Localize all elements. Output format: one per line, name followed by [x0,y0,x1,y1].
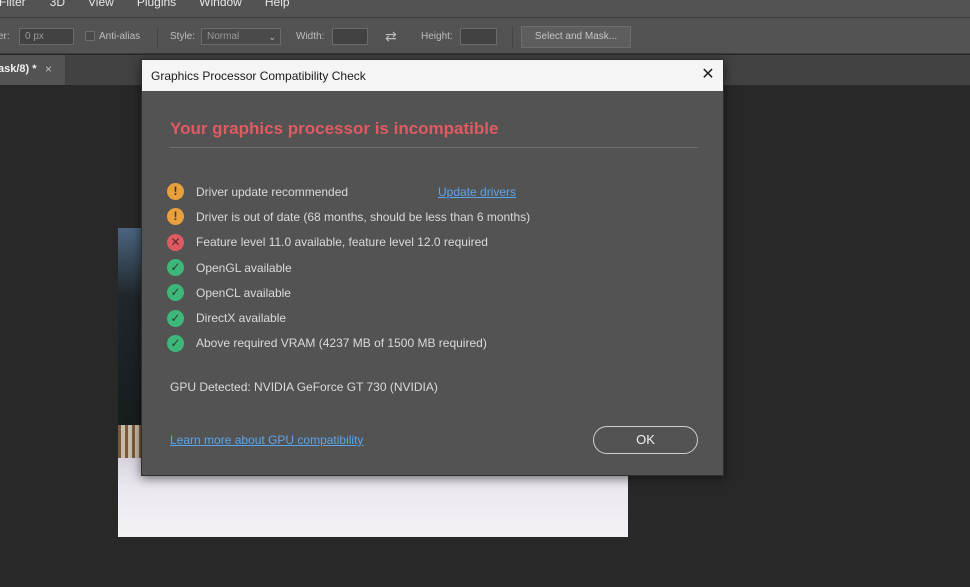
height-input[interactable] [460,28,497,45]
canvas-image-tree [118,228,142,458]
height-label: Height: [421,31,453,42]
check-text: Driver update recommended [196,184,349,199]
update-drivers-link[interactable]: Update drivers [438,185,516,199]
style-select-value: Normal [207,31,240,42]
check-icon: ✓ [167,334,184,352]
antialias-label: Anti-alias [99,31,141,42]
check-text: Feature level 11.0 available, feature le… [196,235,488,250]
check-item: ✕ Feature level 11.0 available, feature … [167,230,707,255]
menu-plugins[interactable]: Plugins [137,0,176,9]
check-text: OpenCL available [196,285,291,300]
style-select[interactable]: Normal ⌄ [201,28,281,45]
gpu-detected-text: GPU Detected: NVIDIA GeForce GT 730 (NVI… [170,380,438,394]
menu-bar: Filter 3D View Plugins Window Help [0,0,970,17]
dialog-title: Graphics Processor Compatibility Check [151,69,366,83]
check-item: ✓ OpenCL available [167,280,707,305]
select-and-mask-button[interactable]: Select and Mask... [521,26,631,48]
menu-view[interactable]: View [88,0,114,9]
check-item: ! Driver is out of date (68 months, shou… [167,204,707,229]
document-tab-label: ask/8) * [0,63,37,75]
error-icon: ✕ [167,233,184,251]
check-icon: ✓ [167,259,184,277]
close-icon[interactable]: ✕ [697,64,719,86]
swap-icon[interactable]: ⇄ [385,28,397,45]
divider [157,26,158,48]
check-text: OpenGL available [196,260,292,275]
width-label: Width: [296,31,325,42]
document-tab[interactable]: ask/8) * × [0,55,65,85]
check-text: DirectX available [196,311,287,326]
menu-window[interactable]: Window [199,0,242,9]
feather-label: er: [0,31,10,42]
width-input[interactable] [332,28,368,45]
gpu-compatibility-dialog: Graphics Processor Compatibility Check ✕… [141,59,724,476]
divider [512,26,513,48]
close-icon[interactable]: × [45,62,52,76]
canvas-image-fence [118,425,142,460]
check-text: Driver is out of date (68 months, should… [196,209,531,224]
warning-icon: ! [167,208,184,226]
chevron-down-icon: ⌄ [268,32,276,42]
check-item: ! Driver update recommended Update drive… [167,179,707,204]
check-icon: ✓ [167,284,184,302]
divider [170,147,698,148]
check-icon: ✓ [167,309,184,327]
menu-help[interactable]: Help [265,0,290,9]
feather-input[interactable]: 0 px [19,28,74,45]
ok-button[interactable]: OK [593,426,698,454]
incompatible-heading: Your graphics processor is incompatible [170,119,499,138]
warning-icon: ! [167,183,184,201]
learn-more-link[interactable]: Learn more about GPU compatibility [170,433,363,447]
check-item: ✓ DirectX available [167,305,707,330]
check-item: ✓ Above required VRAM (4237 MB of 1500 M… [167,331,707,356]
check-item: ✓ OpenGL available [167,255,707,280]
check-list: ! Driver update recommended Update drive… [167,179,707,356]
antialias-checkbox[interactable] [85,31,95,41]
style-label: Style: [170,31,196,42]
menu-3d[interactable]: 3D [50,0,65,9]
menu-filter[interactable]: Filter [0,0,26,9]
check-text: Above required VRAM (4237 MB of 1500 MB … [196,336,487,351]
options-bar: er: 0 px Anti-alias Style: Normal ⌄ Widt… [0,17,970,54]
dialog-titlebar: Graphics Processor Compatibility Check ✕ [142,60,723,91]
